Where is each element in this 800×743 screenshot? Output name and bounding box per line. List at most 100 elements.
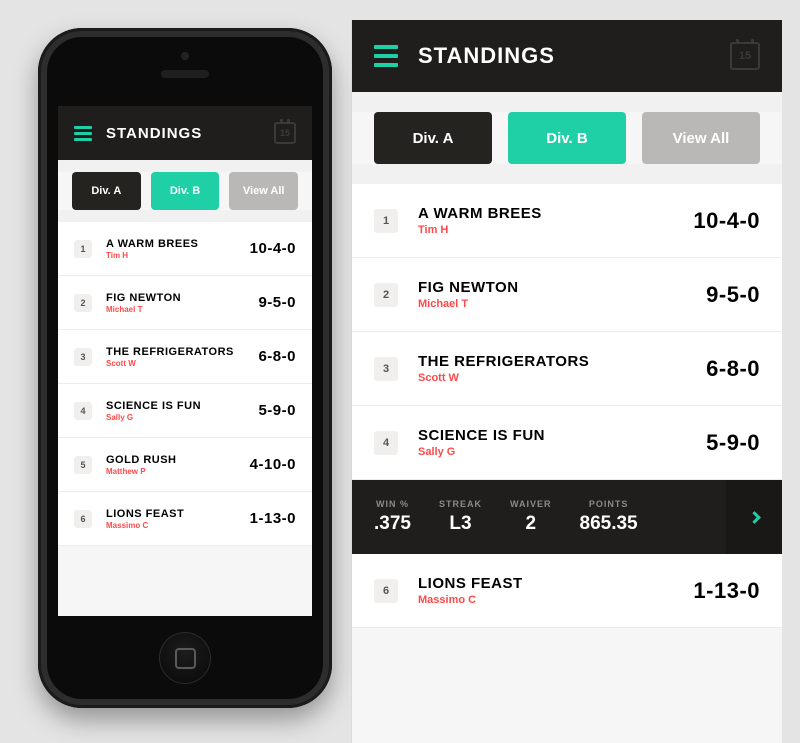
stat-label: STREAK	[439, 499, 482, 509]
stat-points: POINTS 865.35	[580, 499, 638, 535]
standings-row[interactable]: 6 LIONS FEAST Massimo C 1-13-0	[58, 492, 312, 546]
team-record: 6-8-0	[258, 348, 296, 365]
screen-left: STANDINGS 15 Div. A Div. B View All 1 A …	[58, 106, 312, 616]
team-owner: Tim H	[418, 224, 542, 236]
team-owner: Sally G	[106, 413, 201, 422]
team-owner: Scott W	[418, 372, 589, 384]
team-name: A WARM BREES	[106, 238, 198, 250]
rank-badge: 4	[374, 431, 398, 455]
standings-row[interactable]: 4 SCIENCE IS FUN Sally G 5-9-0	[352, 406, 782, 480]
spacer	[352, 92, 782, 112]
stat-value: 865.35	[580, 513, 638, 535]
tab-div-a[interactable]: Div. A	[374, 112, 492, 164]
team-record: 10-4-0	[693, 208, 760, 234]
spacer	[352, 164, 782, 184]
tabs: Div. A Div. B View All	[58, 172, 312, 210]
team-block: GOLD RUSH Matthew P	[106, 454, 177, 476]
team-name: SCIENCE IS FUN	[106, 400, 201, 412]
team-owner: Massimo C	[418, 594, 523, 606]
stat-winpct: WIN % .375	[374, 499, 411, 535]
team-name: A WARM BREES	[418, 205, 542, 222]
calendar-day: 15	[739, 50, 751, 62]
calendar-icon[interactable]: 15	[274, 122, 296, 144]
standings-row[interactable]: 2 FIG NEWTON Michael T 9-5-0	[352, 258, 782, 332]
team-name: LIONS FEAST	[418, 575, 523, 592]
spacer	[58, 210, 312, 222]
team-name: SCIENCE IS FUN	[418, 427, 545, 444]
phone-mock-left: STANDINGS 15 Div. A Div. B View All 1 A …	[38, 28, 332, 708]
team-record: 1-13-0	[250, 510, 296, 527]
rank-badge: 3	[74, 348, 92, 366]
standings-row[interactable]: 5 GOLD RUSH Matthew P 4-10-0	[58, 438, 312, 492]
team-block: FIG NEWTON Michael T	[106, 292, 181, 314]
team-block: THE REFRIGERATORS Scott W	[418, 353, 589, 384]
team-record: 10-4-0	[250, 240, 296, 257]
standings-list: 1 A WARM BREES Tim H 10-4-0 2 FIG NEWTON…	[352, 184, 782, 480]
team-block: SCIENCE IS FUN Sally G	[418, 427, 545, 458]
tabs: Div. A Div. B View All	[352, 112, 782, 164]
app-header: STANDINGS 15	[352, 20, 782, 92]
standings-row[interactable]: 4 SCIENCE IS FUN Sally G 5-9-0	[58, 384, 312, 438]
stat-value: L3	[449, 513, 471, 535]
page-title: STANDINGS	[418, 43, 555, 69]
page-title: STANDINGS	[106, 125, 202, 142]
rank-badge: 6	[74, 510, 92, 528]
calendar-day: 15	[280, 128, 290, 138]
standings-list: 1 A WARM BREES Tim H 10-4-0 2 FIG NEWTON…	[58, 222, 312, 546]
rank-badge: 1	[374, 209, 398, 233]
standings-row[interactable]: 3 THE REFRIGERATORS Scott W 6-8-0	[58, 330, 312, 384]
tab-div-b[interactable]: Div. B	[151, 172, 220, 210]
rank-badge: 6	[374, 579, 398, 603]
rank-badge: 4	[74, 402, 92, 420]
detail-expand-button[interactable]	[726, 480, 782, 554]
chevron-right-icon	[748, 511, 761, 524]
standings-list: 6 LIONS FEAST Massimo C 1-13-0	[352, 554, 782, 628]
team-owner: Sally G	[418, 446, 545, 458]
standings-row[interactable]: 1 A WARM BREES Tim H 10-4-0	[58, 222, 312, 276]
stat-value: .375	[374, 513, 411, 535]
team-owner: Matthew P	[106, 467, 177, 476]
app-header: STANDINGS 15	[58, 106, 312, 160]
team-block: A WARM BREES Tim H	[106, 238, 198, 260]
rank-badge: 2	[374, 283, 398, 307]
home-button[interactable]	[159, 632, 211, 684]
team-block: FIG NEWTON Michael T	[418, 279, 519, 310]
tab-view-all[interactable]: View All	[642, 112, 760, 164]
stat-label: POINTS	[589, 499, 629, 509]
stat-label: WIN %	[376, 499, 409, 509]
team-name: FIG NEWTON	[106, 292, 181, 304]
rank-badge: 3	[374, 357, 398, 381]
team-name: FIG NEWTON	[418, 279, 519, 296]
team-record: 5-9-0	[706, 430, 760, 456]
tab-div-a[interactable]: Div. A	[72, 172, 141, 210]
team-owner: Massimo C	[106, 521, 184, 530]
standings-row[interactable]: 6 LIONS FEAST Massimo C 1-13-0	[352, 554, 782, 628]
team-owner: Michael T	[106, 305, 181, 314]
standings-row[interactable]: 2 FIG NEWTON Michael T 9-5-0	[58, 276, 312, 330]
calendar-icon[interactable]: 15	[730, 42, 760, 70]
team-record: 5-9-0	[258, 402, 296, 419]
stat-value: 2	[525, 513, 536, 535]
team-record: 1-13-0	[693, 578, 760, 604]
team-record: 6-8-0	[706, 356, 760, 382]
rank-badge: 1	[74, 240, 92, 258]
stat-waiver: WAIVER 2	[510, 499, 552, 535]
menu-icon[interactable]	[374, 45, 398, 67]
stat-label: WAIVER	[510, 499, 552, 509]
team-name: GOLD RUSH	[106, 454, 177, 466]
team-block: A WARM BREES Tim H	[418, 205, 542, 236]
standings-row[interactable]: 1 A WARM BREES Tim H 10-4-0	[352, 184, 782, 258]
standings-row[interactable]: 3 THE REFRIGERATORS Scott W 6-8-0	[352, 332, 782, 406]
tab-div-b[interactable]: Div. B	[508, 112, 626, 164]
stat-streak: STREAK L3	[439, 499, 482, 535]
team-owner: Scott W	[106, 359, 234, 368]
phone-mock-right: STANDINGS 15 Div. A Div. B View All 1 A …	[352, 20, 782, 743]
team-detail-bar: WIN % .375 STREAK L3 WAIVER 2 POINTS 865…	[352, 480, 782, 554]
team-block: LIONS FEAST Massimo C	[418, 575, 523, 606]
menu-icon[interactable]	[74, 126, 92, 141]
rank-badge: 2	[74, 294, 92, 312]
camera-dot	[181, 52, 189, 60]
tab-view-all[interactable]: View All	[229, 172, 298, 210]
team-record: 9-5-0	[706, 282, 760, 308]
team-owner: Michael T	[418, 298, 519, 310]
